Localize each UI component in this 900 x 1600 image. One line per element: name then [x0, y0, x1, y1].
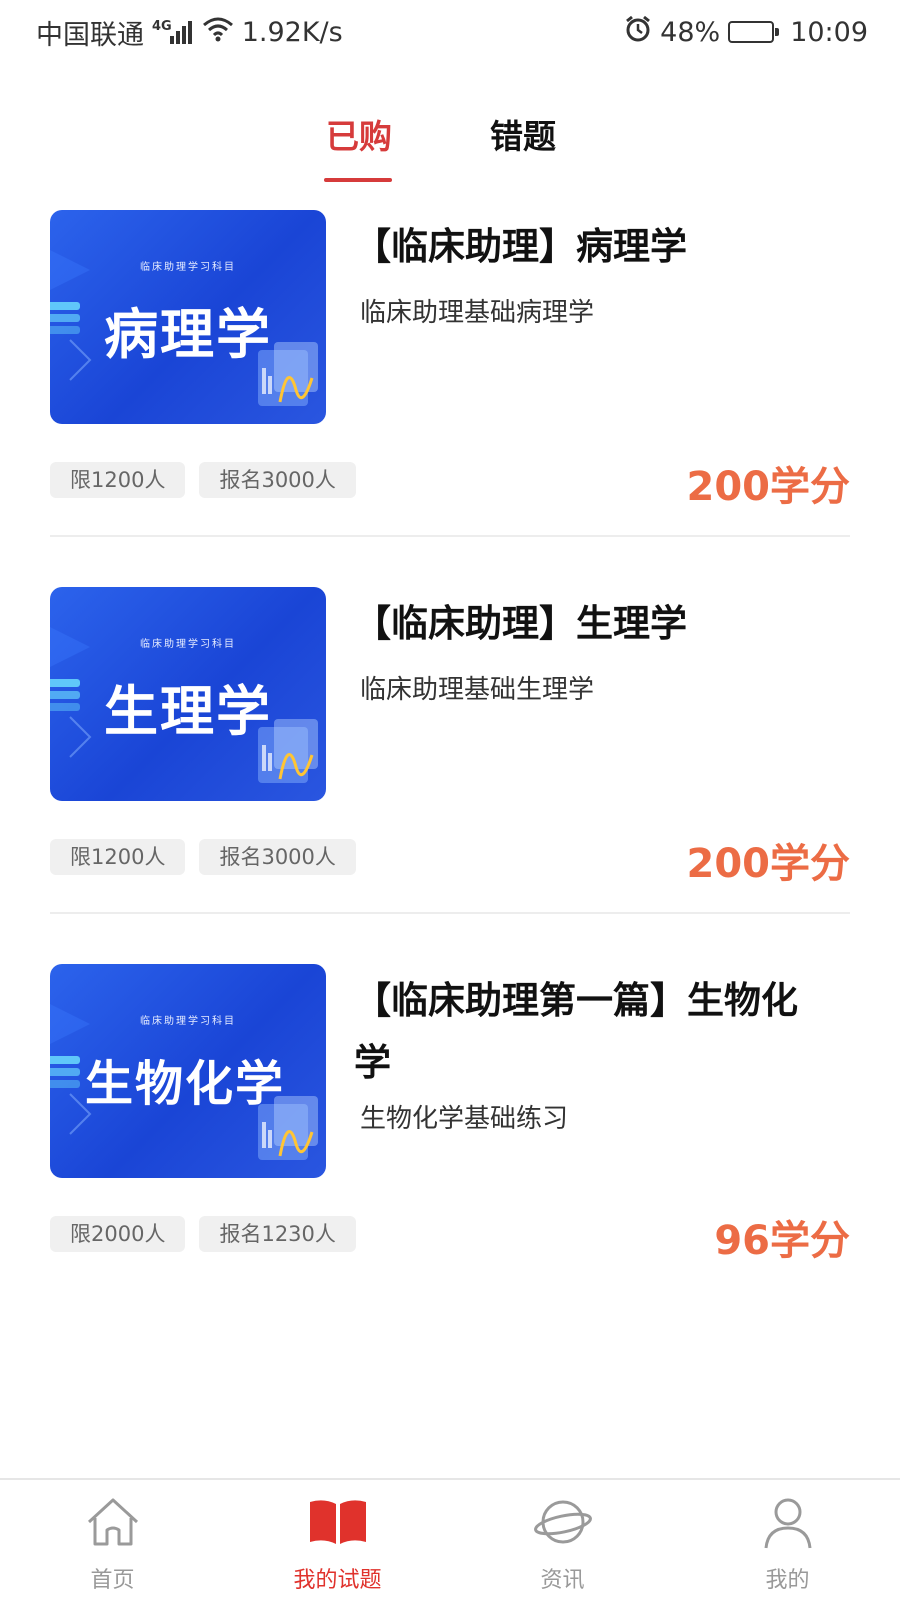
nav-item-news[interactable]: 资讯 [450, 1480, 675, 1600]
nav-label: 我的 [765, 1568, 810, 1593]
limit-tag: 限2000人 [50, 1216, 186, 1252]
cell-signal-icon: 4G [152, 19, 194, 44]
nav-label: 首页 [90, 1568, 135, 1593]
course-description: 临床助理基础生理学 [360, 675, 595, 705]
nav-item-my-questions[interactable]: 我的试题 [225, 1480, 450, 1600]
wifi-icon [202, 16, 234, 49]
course-description: 生物化学基础练习 [360, 1104, 569, 1134]
course-thumbnail[interactable]: 临床助理学习科目 生物化学 [50, 964, 326, 1178]
course-thumbnail[interactable]: 临床助理学习科目 病理学 [50, 210, 326, 424]
clock-label: 10:09 [790, 16, 868, 48]
course-title[interactable]: 【临床助理】生理学 [354, 593, 824, 655]
course-card[interactable]: 临床助理学习科目 生理学 【临床助理】生理学 临床助理基础生理学 限1200人 … [50, 587, 850, 947]
divider [50, 535, 850, 537]
course-card[interactable]: 临床助理学习科目 生物化学 【临床助理第一篇】生物化学 生物化学基础练习 限20… [50, 964, 850, 1324]
tab-active-underline [324, 178, 392, 182]
limit-tag: 限1200人 [50, 839, 186, 875]
tab-purchased[interactable]: 已购 [326, 110, 392, 158]
book-icon [309, 1500, 366, 1544]
enrolled-tag: 报名1230人 [199, 1216, 356, 1252]
course-price: 96学分 [714, 1218, 850, 1264]
course-thumbnail[interactable]: 临床助理学习科目 生理学 [50, 587, 326, 801]
course-tags: 限1200人 报名3000人 [50, 462, 356, 498]
network-speed-label: 1.92K/s [241, 16, 343, 48]
status-left: 中国联通 4G 1.92K/s [36, 14, 343, 51]
tab-wrong-questions[interactable]: 错题 [490, 110, 556, 158]
user-icon [764, 1498, 811, 1549]
limit-tag: 限1200人 [50, 462, 186, 498]
home-icon [87, 1498, 138, 1546]
course-card[interactable]: 临床助理学习科目 病理学 【临床助理】病理学 临床助理基础病理学 限1200人 … [50, 210, 850, 570]
alarm-icon [624, 15, 652, 50]
thumbnail-title: 生理学 [104, 680, 272, 743]
nav-label: 资讯 [540, 1568, 585, 1593]
nav-item-profile[interactable]: 我的 [675, 1480, 900, 1600]
enrolled-tag: 报名3000人 [199, 462, 356, 498]
planet-icon [533, 1500, 592, 1544]
course-tags: 限2000人 报名1230人 [50, 1216, 356, 1252]
battery-icon [728, 21, 780, 43]
top-tabs: 已购 错题 [0, 110, 900, 186]
nav-label: 我的试题 [293, 1568, 382, 1593]
nav-item-home[interactable]: 首页 [0, 1480, 225, 1600]
network-type-label: 4G [152, 19, 172, 34]
course-tags: 限1200人 报名3000人 [50, 839, 356, 875]
status-bar: 中国联通 4G 1.92K/s 48% 10:09 [0, 0, 900, 66]
thumbnail-subtitle: 临床助理学习科目 [140, 639, 236, 650]
battery-percent-label: 48% [660, 16, 721, 48]
thumbnail-title: 病理学 [104, 303, 272, 366]
course-description: 临床助理基础病理学 [360, 298, 595, 328]
thumbnail-title: 生物化学 [84, 1056, 285, 1112]
course-price: 200学分 [686, 464, 851, 510]
divider [50, 912, 850, 914]
status-right: 48% 10:09 [624, 14, 868, 50]
course-title[interactable]: 【临床助理】病理学 [354, 216, 824, 278]
enrolled-tag: 报名3000人 [199, 839, 356, 875]
course-price: 200学分 [686, 841, 851, 887]
bottom-navigation: 首页 我的试题 资讯 我的 [0, 1478, 900, 1600]
thumbnail-subtitle: 临床助理学习科目 [140, 1016, 236, 1027]
course-title[interactable]: 【临床助理第一篇】生物化学 [354, 970, 824, 1094]
carrier-label: 中国联通 [36, 19, 144, 51]
thumbnail-subtitle: 临床助理学习科目 [140, 262, 236, 273]
